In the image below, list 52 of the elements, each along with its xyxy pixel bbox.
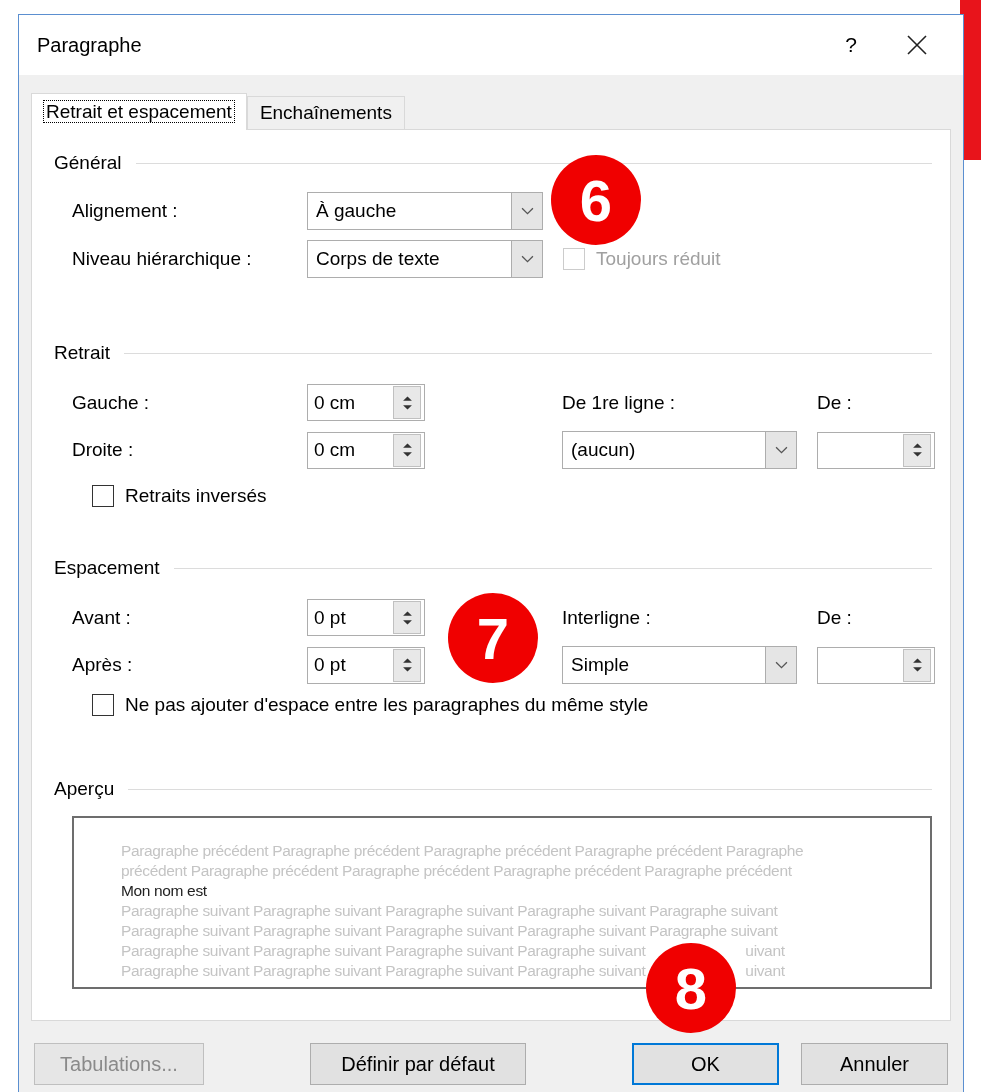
field-label: Droite : [72,439,135,461]
help-button[interactable]: ? [845,33,857,57]
dialog-button[interactable]: Annuler [801,1043,948,1085]
section-title: Général [54,152,122,174]
preview-text: uivant [745,962,785,979]
field-label: De 1re ligne : [562,391,676,414]
space-after-spinbox[interactable]: 0 pt [307,646,425,684]
tab[interactable]: Enchaînements [246,96,405,129]
field-label: Alignement : [72,200,179,222]
preview-text: Mon nom est [121,881,208,901]
spin-arrows-icon [401,608,413,627]
chevron-down-icon [520,206,534,216]
chevron-down-icon [520,254,534,264]
close-icon[interactable] [907,35,927,55]
right-indent-spinbox[interactable]: 0 cm [307,431,425,469]
spin-arrows-icon [401,393,413,412]
checkbox[interactable] [92,694,114,716]
field-label: Après : [72,654,134,676]
section-title: Aperçu [54,778,115,800]
section-title: Espacement [54,557,160,579]
preview-text: Paragraphe précédent Paragraphe précédent Paragraphe précédent Paragraphe précédent Paragraphe [121,841,805,861]
tab[interactable]: Retrait et espacement [31,93,247,130]
section-title: Retrait [54,342,110,364]
dialog-button[interactable]: OK [632,1043,779,1085]
preview-text: Paragraphe suivant Paragraphe suivant Paragraphe suivant Paragraphe suivant Paragraphe suivant [121,901,779,921]
preview-text: uivant [745,942,785,959]
checkbox[interactable] [92,485,114,507]
spin-arrows-icon [401,441,413,459]
chevron-down-icon [774,660,788,670]
preview-text: précédent Paragraphe précédent Paragraphe précédent Paragraphe précédent Paragraphe précédent [121,861,793,881]
field-label: Gauche : [72,391,151,414]
field-label: De : [817,606,853,629]
field-label: Avant : [72,606,132,629]
field-label: De : [817,391,853,414]
field-label: Interligne : [562,606,652,629]
dialog-button[interactable]: Définir par défaut [310,1043,526,1085]
left-indent-spinbox[interactable]: 0 cm [307,384,425,421]
spin-arrows-icon [911,441,923,459]
preview-text: Paragraphe suivant Paragraphe suivant Paragraphe suivant Paragraphe suivant Paragraphe suivant [121,921,779,941]
alignment-dropdown[interactable]: À gauche [307,192,543,230]
checkbox-label: Ne pas ajouter d'espace entre les paragraphes du même style [125,694,649,716]
spin-arrows-icon [911,656,923,674]
checkbox-label: Toujours réduit [596,248,721,270]
field-label: Niveau hiérarchique : [72,248,253,270]
spin-arrows-icon [401,656,413,674]
chevron-down-icon [774,445,788,455]
first-line-dropdown[interactable]: (aucun) [562,431,797,469]
checkbox-label: Retraits inversés [125,485,267,507]
outline-level-dropdown[interactable]: Corps de texte [307,240,543,278]
line-spacing-dropdown[interactable]: Simple [562,646,797,684]
window-title: Paragraphe [37,33,143,57]
space-before-spinbox[interactable]: 0 pt [307,599,425,636]
